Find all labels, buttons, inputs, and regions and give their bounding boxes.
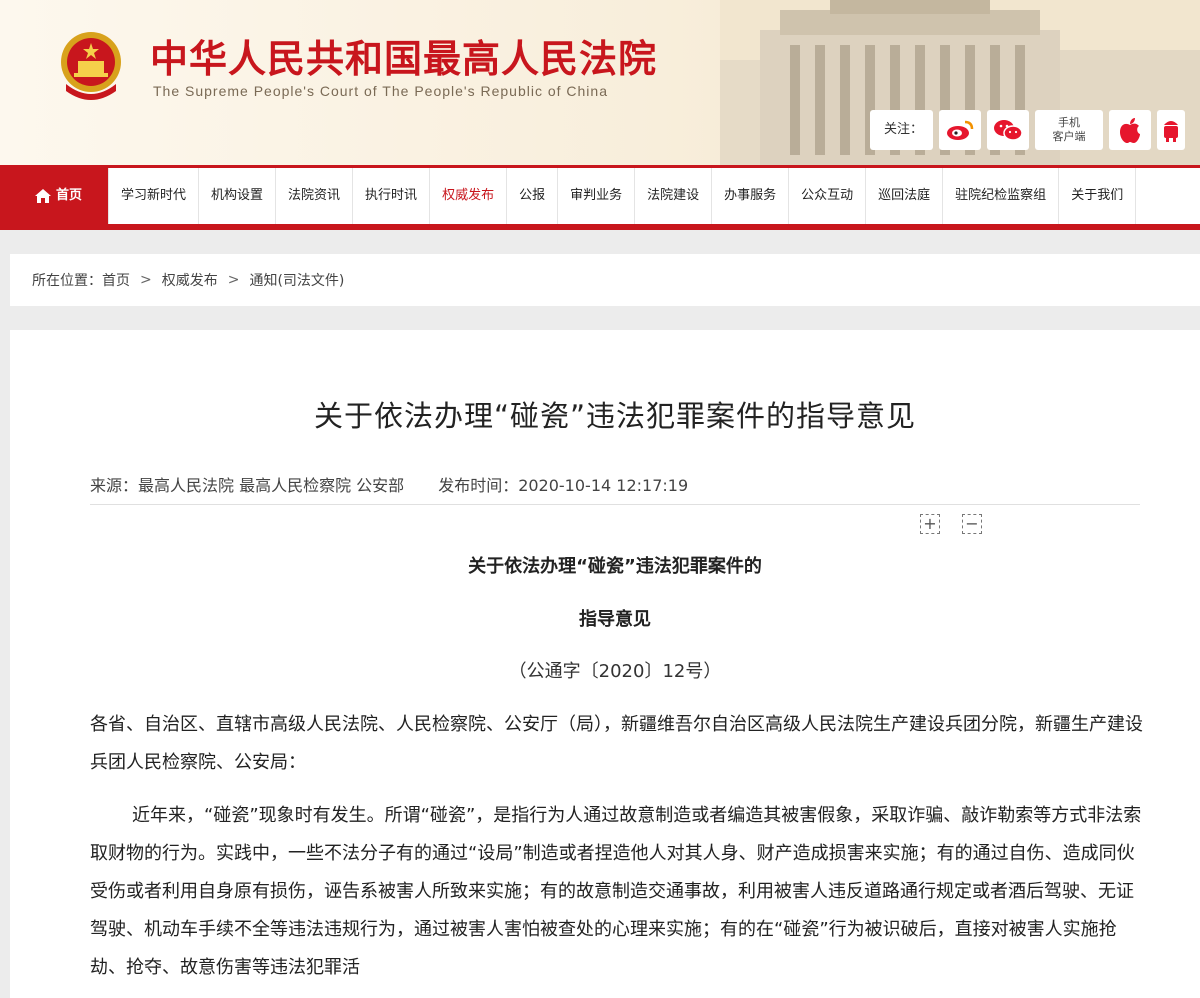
- main-nav-bar: 首页 学习新时代 机构设置 法院资讯 执行时讯 权威发布 公报 审判业务 法院建…: [8, 168, 1200, 224]
- nav-item-organization[interactable]: 机构设置: [199, 168, 277, 224]
- document-number: （公通字〔2020〕12号）: [508, 661, 722, 682]
- national-emblem-logo: [61, 32, 121, 100]
- document-heading-line1: 关于依法办理“碰瓷”违法犯罪案件的: [468, 556, 762, 577]
- site-title: 中华人民共和国最高人民法院: [150, 37, 658, 81]
- nav-item-discipline-inspection[interactable]: 驻院纪检监察组: [943, 168, 1060, 224]
- nav-item-authoritative-release[interactable]: 权威发布: [430, 168, 508, 224]
- article-source: 来源：最高人民法院 最高人民检察院 公安部: [90, 476, 405, 495]
- mobile-client-icon[interactable]: 手机 客户端: [1035, 110, 1104, 150]
- breadcrumb-separator: >: [227, 272, 240, 288]
- nav-item-trial-business[interactable]: 审判业务: [558, 168, 636, 224]
- zoom-out-button[interactable]: −: [962, 514, 982, 534]
- main-nav: 首页 学习新时代 机构设置 法院资讯 执行时讯 权威发布 公报 审判业务 法院建…: [0, 165, 1200, 230]
- mobile-client-label-line2: 客户端: [1052, 130, 1086, 143]
- home-icon: [34, 189, 51, 203]
- nav-item-enforcement-news[interactable]: 执行时讯: [353, 168, 431, 224]
- follow-label: 关注：: [870, 110, 934, 150]
- document-heading-line2: 指导意见: [579, 609, 651, 630]
- android-icon[interactable]: [1157, 110, 1186, 150]
- breadcrumb-link-home[interactable]: 首页: [102, 270, 130, 290]
- breadcrumb-label: 所在位置：: [32, 273, 102, 289]
- nav-item-label: 首页: [55, 188, 82, 203]
- follow-bar: 关注： 手机 客户端: [870, 108, 1186, 152]
- site-subtitle: The Supreme People's Court of The People…: [153, 83, 608, 99]
- mobile-client-label-line1: 手机: [1058, 116, 1081, 129]
- breadcrumb-separator: >: [140, 272, 152, 288]
- nav-item-study[interactable]: 学习新时代: [109, 168, 200, 224]
- article-publish-time: 发布时间：2020-10-14 12:17:19: [438, 476, 689, 495]
- weibo-icon[interactable]: [939, 110, 982, 150]
- nav-item-services[interactable]: 办事服务: [712, 168, 790, 224]
- paragraph-addressees: 各省、自治区、直辖市高级人民法院、人民检察院、公安厅（局），新疆维吾尔自治区高级…: [90, 714, 1143, 773]
- article-title: 关于依法办理“碰瓷”违法犯罪案件的指导意见: [313, 399, 917, 433]
- paragraph-body: 近年来，“碰瓷”现象时有发生。所谓“碰瓷”，是指行为人通过故意制造或者编造其被害…: [90, 805, 1142, 978]
- nav-item-about-us[interactable]: 关于我们: [1059, 168, 1137, 224]
- breadcrumb: 所在位置： 首页 > 权威发布 > 通知(司法文件): [10, 254, 1200, 306]
- breadcrumb-link-notices[interactable]: 通知(司法文件): [249, 270, 344, 290]
- nav-item-court-news[interactable]: 法院资讯: [276, 168, 354, 224]
- site-header: 中华人民共和国最高人民法院 The Supreme People's Court…: [0, 0, 1200, 165]
- nav-item-circuit-court[interactable]: 巡回法庭: [866, 168, 944, 224]
- nav-item-gazette[interactable]: 公报: [507, 168, 559, 224]
- breadcrumb-link-authoritative-release[interactable]: 权威发布: [162, 270, 218, 290]
- article-meta: 来源：最高人民法院 最高人民检察院 公安部 发布时间：2020-10-14 12:…: [90, 472, 688, 496]
- meta-divider: [90, 504, 1140, 505]
- zoom-in-button[interactable]: +: [920, 514, 940, 534]
- nav-item-court-building[interactable]: 法院建设: [635, 168, 713, 224]
- nav-item-public-interaction[interactable]: 公众互动: [789, 168, 867, 224]
- nav-item-home[interactable]: 首页: [8, 168, 109, 224]
- apple-icon[interactable]: [1109, 110, 1152, 150]
- article-panel: 关于依法办理“碰瓷”违法犯罪案件的指导意见 来源：最高人民法院 最高人民检察院 …: [10, 330, 1200, 998]
- wechat-icon[interactable]: [987, 110, 1030, 150]
